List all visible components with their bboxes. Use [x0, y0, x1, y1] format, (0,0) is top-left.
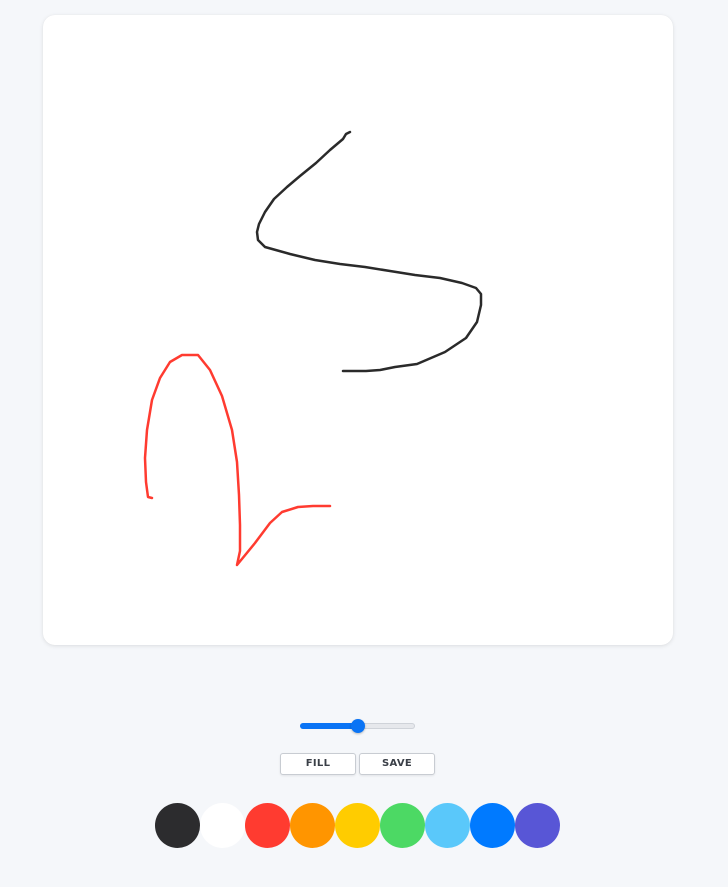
color-swatch-blue[interactable]	[470, 803, 515, 848]
color-swatch-yellow[interactable]	[335, 803, 380, 848]
drawing-surface[interactable]	[43, 15, 673, 645]
brush-stroke	[255, 130, 483, 373]
slider-fill	[300, 723, 358, 729]
color-swatch-green[interactable]	[380, 803, 425, 848]
slider-thumb[interactable]	[350, 719, 365, 733]
color-swatch-purple[interactable]	[515, 803, 560, 848]
fill-button[interactable]: FILL	[280, 753, 356, 775]
color-swatch-black[interactable]	[155, 803, 200, 848]
color-swatch-red[interactable]	[245, 803, 290, 848]
color-swatch-white[interactable]	[200, 803, 245, 848]
brush-stroke	[143, 353, 332, 567]
color-swatch-light-blue[interactable]	[425, 803, 470, 848]
brush-size-slider[interactable]	[300, 718, 415, 734]
drawing-canvas[interactable]	[43, 15, 673, 645]
color-swatch-orange[interactable]	[290, 803, 335, 848]
save-button[interactable]: SAVE	[359, 753, 435, 775]
